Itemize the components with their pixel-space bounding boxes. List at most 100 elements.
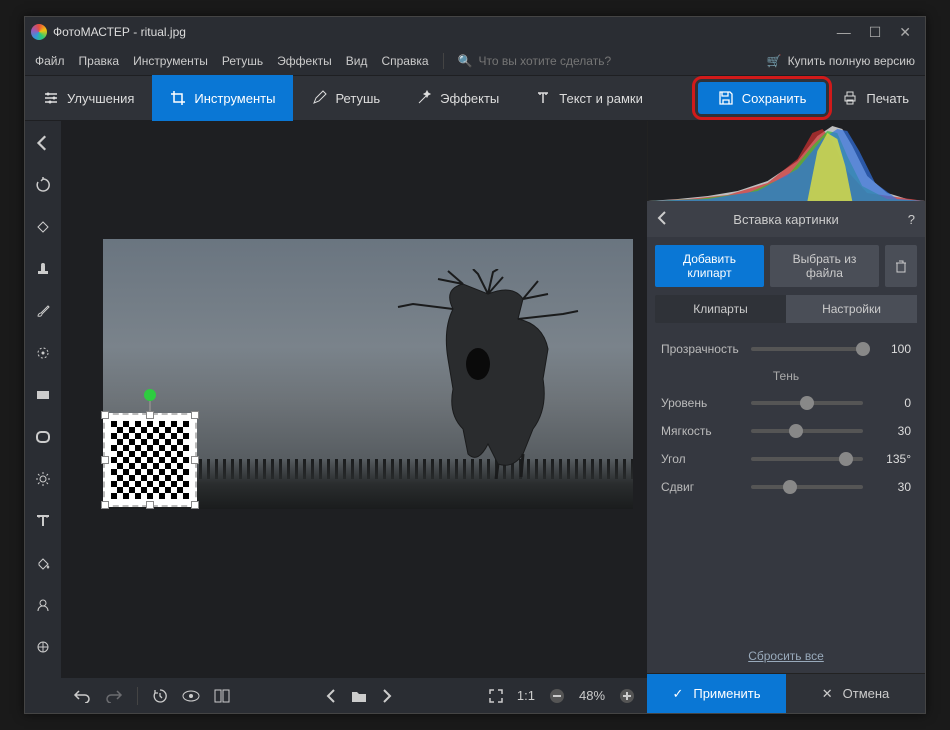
slider-track[interactable] xyxy=(751,457,863,461)
from-file-button[interactable]: Выбрать из файла xyxy=(770,245,879,287)
slider-label: Мягкость xyxy=(661,424,743,438)
menu-file[interactable]: Файл xyxy=(35,54,65,68)
print-button[interactable]: Печать xyxy=(842,90,909,106)
slider-thumb[interactable] xyxy=(800,396,814,410)
inserted-clipart[interactable] xyxy=(103,413,197,507)
brightness-tool[interactable] xyxy=(31,467,55,491)
cancel-button[interactable]: ✕ Отмена xyxy=(786,674,925,713)
resize-handle-e[interactable] xyxy=(191,456,199,464)
histogram[interactable] xyxy=(647,121,925,201)
minimize-button[interactable]: — xyxy=(837,24,851,41)
radial-tool[interactable] xyxy=(31,341,55,365)
brush-icon xyxy=(311,90,327,106)
slider-label: Уровень xyxy=(661,396,743,410)
panel-help-button[interactable]: ? xyxy=(908,212,915,227)
menu-help[interactable]: Справка xyxy=(381,54,428,68)
tab-retouch[interactable]: Ретушь xyxy=(293,75,398,121)
back-button[interactable] xyxy=(31,131,55,155)
slider-angle: Угол 135° xyxy=(661,445,911,473)
panel-title: Вставка картинки xyxy=(733,212,838,227)
open-folder-button[interactable] xyxy=(351,689,367,703)
tab-text-frames[interactable]: Текст и рамки xyxy=(517,75,661,121)
tab-label: Инструменты xyxy=(194,91,275,106)
slider-track[interactable] xyxy=(751,429,863,433)
shape-tool[interactable] xyxy=(31,635,55,659)
resize-handle-w[interactable] xyxy=(101,456,109,464)
resize-handle-sw[interactable] xyxy=(101,501,109,509)
resize-handle-ne[interactable] xyxy=(191,411,199,419)
panel-back-button[interactable] xyxy=(657,211,667,228)
buy-full-version[interactable]: 🛒 Купить полную версию xyxy=(767,54,915,68)
search-icon: 🔍 xyxy=(458,54,473,68)
slider-track[interactable] xyxy=(751,401,863,405)
main-toolbar: Улучшения Инструменты Ретушь Эффекты Тек… xyxy=(25,75,925,121)
save-button[interactable]: Сохранить xyxy=(698,82,827,114)
slider-thumb[interactable] xyxy=(789,424,803,438)
heal-tool[interactable] xyxy=(31,215,55,239)
panel-actions: Добавить клипарт Выбрать из файла xyxy=(647,237,925,295)
tab-enhancements[interactable]: Улучшения xyxy=(25,75,152,121)
subtab-settings[interactable]: Настройки xyxy=(786,295,917,323)
slider-thumb[interactable] xyxy=(856,342,870,356)
tab-tools[interactable]: Инструменты xyxy=(152,75,293,121)
gradient-tool[interactable] xyxy=(31,383,55,407)
slider-value: 30 xyxy=(871,480,911,494)
slider-track[interactable] xyxy=(751,485,863,489)
slider-thumb[interactable] xyxy=(839,452,853,466)
compare-button[interactable] xyxy=(214,688,230,704)
tab-effects[interactable]: Эффекты xyxy=(398,75,517,121)
resize-handle-s[interactable] xyxy=(146,501,154,509)
rotate-tool[interactable] xyxy=(31,173,55,197)
vignette-tool[interactable] xyxy=(31,425,55,449)
prev-image-button[interactable] xyxy=(325,689,337,703)
fit-screen-button[interactable] xyxy=(489,689,503,703)
next-image-button[interactable] xyxy=(381,689,393,703)
vertical-toolbar xyxy=(25,121,61,713)
cart-icon: 🛒 xyxy=(767,54,782,68)
resize-handle-n[interactable] xyxy=(146,411,154,419)
resize-handle-se[interactable] xyxy=(191,501,199,509)
canvas[interactable] xyxy=(61,121,647,677)
history-button[interactable] xyxy=(152,688,168,704)
slider-thumb[interactable] xyxy=(783,480,797,494)
slider-value: 30 xyxy=(871,424,911,438)
slider-level: Уровень 0 xyxy=(661,389,911,417)
menu-tools[interactable]: Инструменты xyxy=(133,54,208,68)
search-input[interactable] xyxy=(478,54,658,68)
resize-handle-nw[interactable] xyxy=(101,411,109,419)
search-box[interactable]: 🔍 xyxy=(458,54,659,68)
slider-track[interactable] xyxy=(751,347,863,351)
tab-label: Эффекты xyxy=(440,91,499,106)
apply-button[interactable]: ✓ Применить xyxy=(647,674,786,713)
maximize-button[interactable]: ☐ xyxy=(869,24,882,41)
zoom-in-button[interactable] xyxy=(619,688,635,704)
menu-edit[interactable]: Правка xyxy=(79,54,120,68)
slider-value: 0 xyxy=(871,396,911,410)
stamp-tool[interactable] xyxy=(31,257,55,281)
panel-subtabs: Клипарты Настройки xyxy=(655,295,917,323)
close-button[interactable]: ✕ xyxy=(899,24,911,41)
menu-view[interactable]: Вид xyxy=(346,54,368,68)
redo-button[interactable] xyxy=(105,689,123,703)
show-original-button[interactable] xyxy=(182,690,200,702)
slider-label: Прозрачность xyxy=(661,342,743,356)
zoom-out-button[interactable] xyxy=(549,688,565,704)
text-tool[interactable] xyxy=(31,509,55,533)
add-clipart-button[interactable]: Добавить клипарт xyxy=(655,245,764,287)
fill-tool[interactable] xyxy=(31,551,55,575)
actual-size-button[interactable]: 1:1 xyxy=(517,688,535,703)
text-icon xyxy=(535,90,551,106)
reset-all-link[interactable]: Сбросить все xyxy=(647,639,925,673)
menu-effects[interactable]: Эффекты xyxy=(277,54,332,68)
print-label: Печать xyxy=(866,91,909,106)
portrait-tool[interactable] xyxy=(31,593,55,617)
buy-label: Купить полную версию xyxy=(788,54,915,68)
rotate-handle[interactable] xyxy=(144,389,156,401)
delete-button[interactable] xyxy=(885,245,917,287)
menu-retouch[interactable]: Ретушь xyxy=(222,54,263,68)
subtab-cliparts[interactable]: Клипарты xyxy=(655,295,786,323)
window-title: ФотоМАСТЕР - ritual.jpg xyxy=(53,25,186,39)
brush-tool[interactable] xyxy=(31,299,55,323)
app-logo-icon xyxy=(31,24,47,40)
undo-button[interactable] xyxy=(73,689,91,703)
